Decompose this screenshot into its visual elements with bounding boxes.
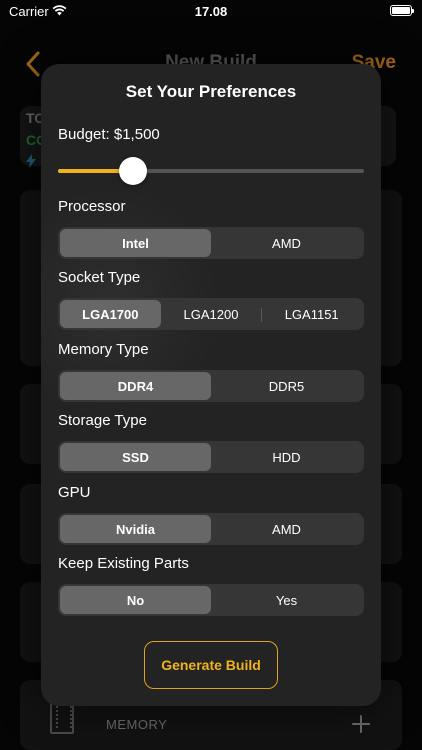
processor-option-amd[interactable]: AMD — [211, 229, 362, 257]
memory-option-ddr4[interactable]: DDR4 — [60, 372, 211, 400]
keep-existing-parts-segmented-control: No Yes — [58, 584, 364, 616]
keep-parts-option-yes[interactable]: Yes — [211, 586, 362, 614]
keep-parts-option-no[interactable]: No — [60, 586, 211, 614]
memory-type-label: Memory Type — [58, 341, 149, 358]
gpu-option-nvidia[interactable]: Nvidia — [60, 515, 211, 543]
budget-label: Budget: $1,500 — [58, 126, 160, 143]
memory-option-ddr5[interactable]: DDR5 — [211, 372, 362, 400]
socket-option-lga1200[interactable]: LGA1200 — [161, 300, 262, 328]
socket-type-segmented-control: LGA1700 LGA1200 LGA1151 — [58, 298, 364, 330]
gpu-segmented-control: Nvidia AMD — [58, 513, 364, 545]
memory-type-segmented-control: DDR4 DDR5 — [58, 370, 364, 402]
slider-thumb[interactable] — [118, 157, 147, 185]
socket-option-lga1151[interactable]: LGA1151 — [261, 300, 362, 328]
storage-option-hdd[interactable]: HDD — [211, 443, 362, 471]
budget-slider[interactable] — [58, 157, 364, 185]
preferences-modal: Set Your Preferences Budget: $1,500 Proc… — [41, 64, 381, 706]
gpu-option-amd[interactable]: AMD — [211, 515, 362, 543]
gpu-label: GPU — [58, 484, 91, 501]
plus-icon[interactable] — [352, 715, 370, 733]
processor-option-intel[interactable]: Intel — [60, 229, 211, 257]
processor-label: Processor — [58, 198, 126, 215]
socket-type-label: Socket Type — [58, 269, 141, 286]
memory-label: MEMORY — [106, 717, 168, 732]
modal-title: Set Your Preferences — [125, 82, 297, 101]
storage-type-segmented-control: SSD HDD — [58, 441, 364, 473]
storage-type-label: Storage Type — [58, 412, 147, 429]
bolt-icon — [26, 154, 36, 168]
socket-option-lga1700[interactable]: LGA1700 — [60, 300, 161, 328]
generate-build-button[interactable]: Generate Build — [144, 641, 278, 689]
processor-segmented-control: Intel AMD — [58, 227, 364, 259]
storage-option-ssd[interactable]: SSD — [60, 443, 211, 471]
keep-existing-parts-label: Keep Existing Parts — [58, 555, 189, 572]
